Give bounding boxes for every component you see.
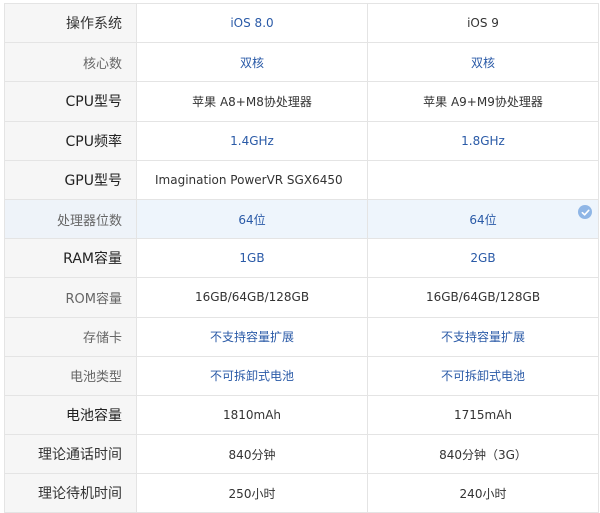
cell-phone-b: 双核 (367, 42, 599, 83)
table-row-gpu-model: GPU型号 Imagination PowerVR SGX6450 (4, 159, 599, 200)
row-label: 电池类型 (4, 355, 137, 396)
cell-phone-a: 1.4GHz (136, 120, 368, 161)
row-label: 理论待机时间 (4, 473, 137, 513)
row-label: GPU型号 (4, 159, 137, 200)
table-row-ram: RAM容量 1GB 2GB (4, 238, 599, 279)
table-row-standby-time: 理论待机时间 250小时 240小时 (4, 473, 599, 513)
row-label: 存储卡 (4, 316, 137, 357)
table-row-cores: 核心数 双核 双核 (4, 42, 599, 83)
cell-phone-b: 64位 (367, 198, 599, 240)
table-row-talk-time: 理论通话时间 840分钟 840分钟（3G） (4, 434, 599, 475)
cell-phone-a: iOS 8.0 (136, 2, 368, 44)
cell-phone-b (367, 159, 599, 200)
row-label: 处理器位数 (4, 198, 137, 240)
cell-phone-a: 840分钟 (136, 434, 368, 475)
table-row-os: 操作系统 iOS 8.0 iOS 9 (4, 2, 599, 44)
row-label: CPU频率 (4, 120, 137, 161)
table-row-rom: ROM容量 16GB/64GB/128GB 16GB/64GB/128GB (4, 277, 599, 318)
cell-phone-a: 苹果 A8+M8协处理器 (136, 81, 368, 122)
cell-phone-a: 1810mAh (136, 394, 368, 436)
cell-phone-a: 不可拆卸式电池 (136, 355, 368, 396)
cell-phone-b: 不可拆卸式电池 (367, 355, 599, 396)
cell-phone-b: 2GB (367, 238, 599, 279)
row-label: 理论通话时间 (4, 434, 137, 475)
cell-phone-b: 16GB/64GB/128GB (367, 277, 599, 318)
cell-phone-b: 不支持容量扩展 (367, 316, 599, 357)
cell-phone-b: 苹果 A9+M9协处理器 (367, 81, 599, 122)
cell-phone-a: 250小时 (136, 473, 368, 513)
cell-phone-b: 840分钟（3G） (367, 434, 599, 475)
cell-phone-a: 不支持容量扩展 (136, 316, 368, 357)
table-row-battery-capacity: 电池容量 1810mAh 1715mAh (4, 394, 599, 436)
table-row-cpu-model: CPU型号 苹果 A8+M8协处理器 苹果 A9+M9协处理器 (4, 81, 599, 122)
cell-phone-a: 1GB (136, 238, 368, 279)
cell-phone-b: iOS 9 (367, 2, 599, 44)
cell-phone-b: 1.8GHz (367, 120, 599, 161)
table-row-cpu-frequency: CPU频率 1.4GHz 1.8GHz (4, 120, 599, 161)
row-label: 电池容量 (4, 394, 137, 436)
row-label: 核心数 (4, 42, 137, 83)
check-circle-icon (578, 205, 592, 219)
check-mark-glyph (581, 209, 590, 216)
table-row-storage-card: 存储卡 不支持容量扩展 不支持容量扩展 (4, 316, 599, 357)
table-row-processor-bits: 处理器位数 64位 64位 (4, 198, 599, 240)
row-label: ROM容量 (4, 277, 137, 318)
cell-phone-a: 双核 (136, 42, 368, 83)
cell-phone-a: Imagination PowerVR SGX6450 (136, 159, 368, 200)
cell-phone-a: 16GB/64GB/128GB (136, 277, 368, 318)
cell-phone-a: 64位 (136, 198, 368, 240)
cell-phone-b: 1715mAh (367, 394, 599, 436)
cell-phone-b: 240小时 (367, 473, 599, 513)
row-label: CPU型号 (4, 81, 137, 122)
row-label: 操作系统 (4, 2, 137, 44)
spec-comparison-page: 操作系统 iOS 8.0 iOS 9 核心数 双核 双核 CPU型号 苹果 A8… (0, 0, 600, 513)
table-row-battery-type: 电池类型 不可拆卸式电池 不可拆卸式电池 (4, 355, 599, 396)
row-label: RAM容量 (4, 238, 137, 279)
spec-comparison-table: 操作系统 iOS 8.0 iOS 9 核心数 双核 双核 CPU型号 苹果 A8… (4, 2, 599, 513)
